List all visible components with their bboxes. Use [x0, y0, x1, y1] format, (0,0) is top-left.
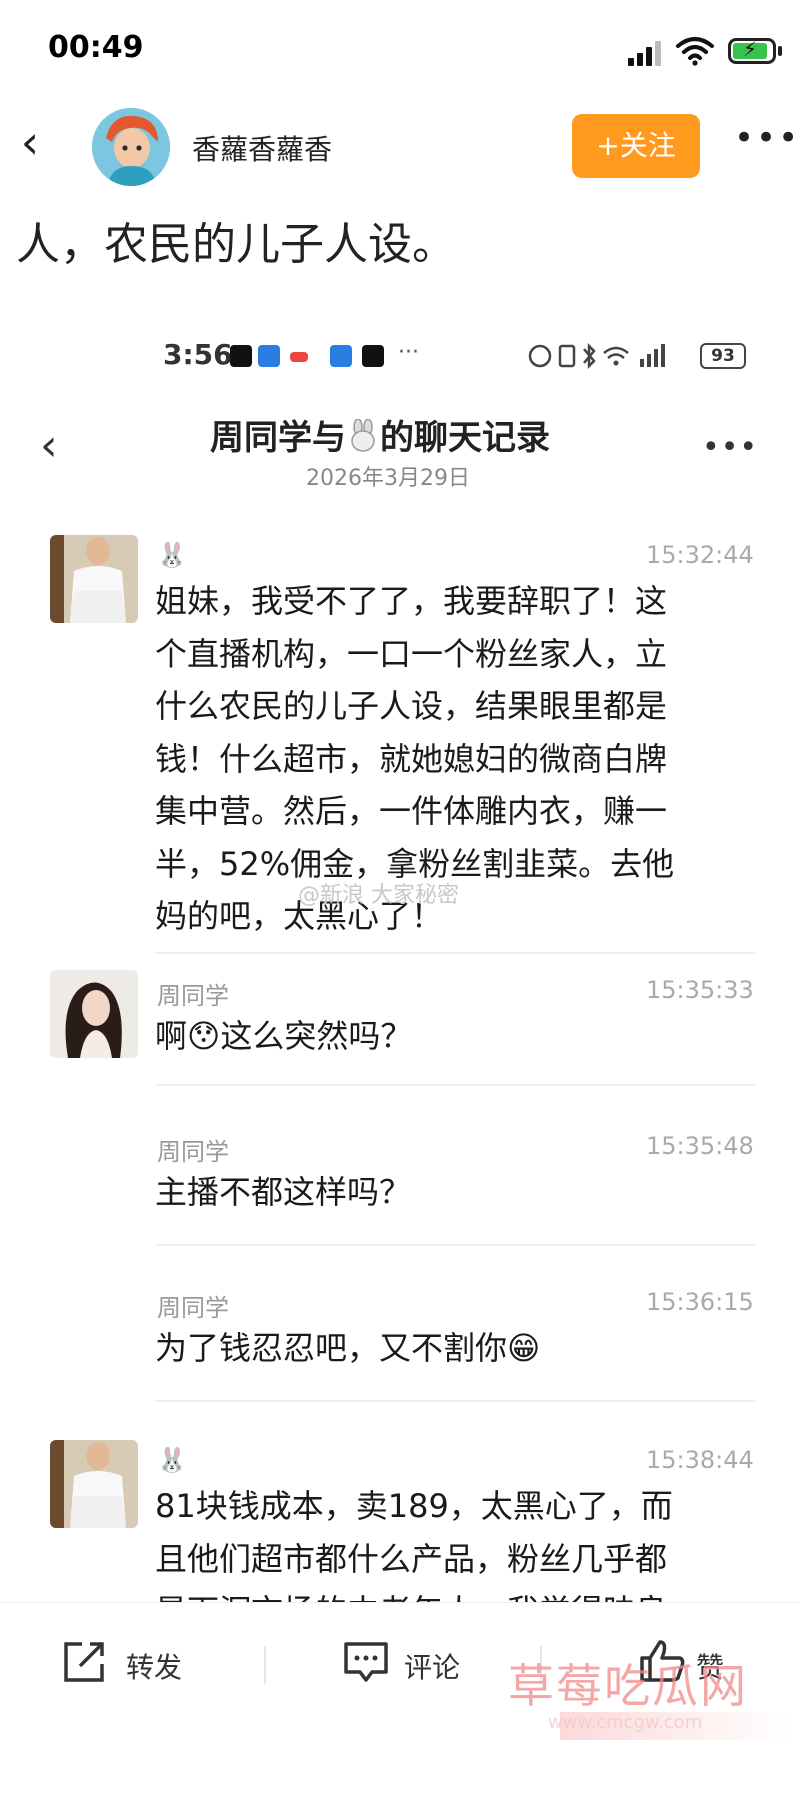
site-watermark: 草莓吃瓜网: [508, 1659, 748, 1713]
message-text: 主播不都这样吗？: [155, 1173, 412, 1211]
message-time: 15:32:44: [646, 541, 754, 569]
chat-back-icon[interactable]: ‹: [40, 420, 58, 471]
chat-title: 周同学与 的聊天记录: [210, 418, 550, 458]
follow-button[interactable]: +关注: [572, 114, 700, 178]
message-line: 是下沉市场的中老年人，我觉得昧良: [155, 1585, 755, 1602]
notification-icon: [290, 352, 308, 362]
battery-icon: ⚡: [728, 37, 776, 64]
inner-overflow-dots: ···: [398, 340, 419, 365]
message-time: 15:35:33: [646, 976, 754, 1004]
post-text: 人，农民的儿子人设。: [16, 219, 456, 270]
cellular-signal-icon: [628, 41, 661, 66]
tiktok-icon: [230, 345, 252, 367]
repost-icon[interactable]: [62, 1640, 110, 1684]
inner-status-time: 3:56: [163, 338, 233, 371]
status-bar: 00:49 ⚡: [0, 0, 800, 100]
divider: [155, 1244, 755, 1246]
message-sender: 🐰: [157, 541, 187, 569]
rabbit-icon: [351, 419, 375, 452]
chat-date: 2026年3月29日: [306, 466, 470, 491]
divider: [155, 1400, 755, 1402]
message-sender: 🐰: [157, 1446, 187, 1474]
more-options-icon[interactable]: •••: [734, 118, 798, 168]
site-watermark-url: www.cmcgw.com: [548, 1712, 703, 1733]
repost-label[interactable]: 转发: [126, 1646, 182, 1686]
message-line: 81块钱成本，卖189，太黑心了，而: [155, 1487, 673, 1525]
message-sender: 周同学: [157, 1294, 229, 1322]
avatar-rabbit-user[interactable]: [50, 1440, 138, 1528]
divider: [264, 1646, 266, 1684]
image-watermark: @新浪 大家秘密: [298, 883, 459, 908]
message-time: 15:36:15: [646, 1288, 754, 1316]
battery-cap: [778, 46, 782, 56]
back-icon[interactable]: ‹: [8, 112, 52, 172]
status-time: 00:49: [48, 30, 144, 65]
alipay-icon: [258, 345, 280, 367]
avatar-image: [92, 108, 170, 186]
message-line: 钱！什么超市，就她媳妇的微商白牌: [155, 739, 668, 778]
divider: [155, 1084, 755, 1086]
wifi-icon: [676, 37, 714, 66]
message-sender: 周同学: [157, 982, 229, 1010]
message-line: 个直播机构，一口一个粉丝家人，立: [155, 634, 668, 673]
avatar[interactable]: [92, 108, 170, 186]
comment-icon[interactable]: [342, 1640, 390, 1684]
message-line: 集中营。然后，一件体雕内衣，赚一: [155, 792, 668, 830]
alipay-icon-2: [330, 345, 352, 367]
message-text: 为了钱忍忍吧，又不割你😁: [155, 1329, 541, 1367]
comment-label[interactable]: 评论: [404, 1646, 460, 1686]
chat-more-icon[interactable]: •••: [702, 430, 758, 465]
divider: [155, 952, 755, 954]
message-sender: 周同学: [157, 1138, 229, 1166]
avatar-rabbit-user[interactable]: [50, 535, 138, 623]
message-time: 15:35:48: [646, 1132, 754, 1160]
message-text: 81块钱成本，卖189，太黑心了，而 且他们超市都什么产品，粉丝几乎都 是下沉市…: [155, 1480, 755, 1602]
username[interactable]: 香蘿香蘿香: [192, 128, 332, 168]
message-line: 什么农民的儿子人设，结果眼里都是: [155, 687, 668, 725]
inner-battery: 93: [700, 343, 746, 369]
avatar-zhou[interactable]: [50, 970, 138, 1058]
message-time: 15:38:44: [646, 1446, 754, 1474]
message-line: 且他们超市都什么产品，粉丝几乎都: [155, 1539, 668, 1578]
message-text: 啊😯这么突然吗？: [155, 1017, 413, 1055]
tiktok-icon-2: [362, 345, 384, 367]
inner-system-icons: [528, 343, 665, 369]
message-line: 姐妹，我受不了了，我要辞职了！这: [155, 582, 668, 620]
